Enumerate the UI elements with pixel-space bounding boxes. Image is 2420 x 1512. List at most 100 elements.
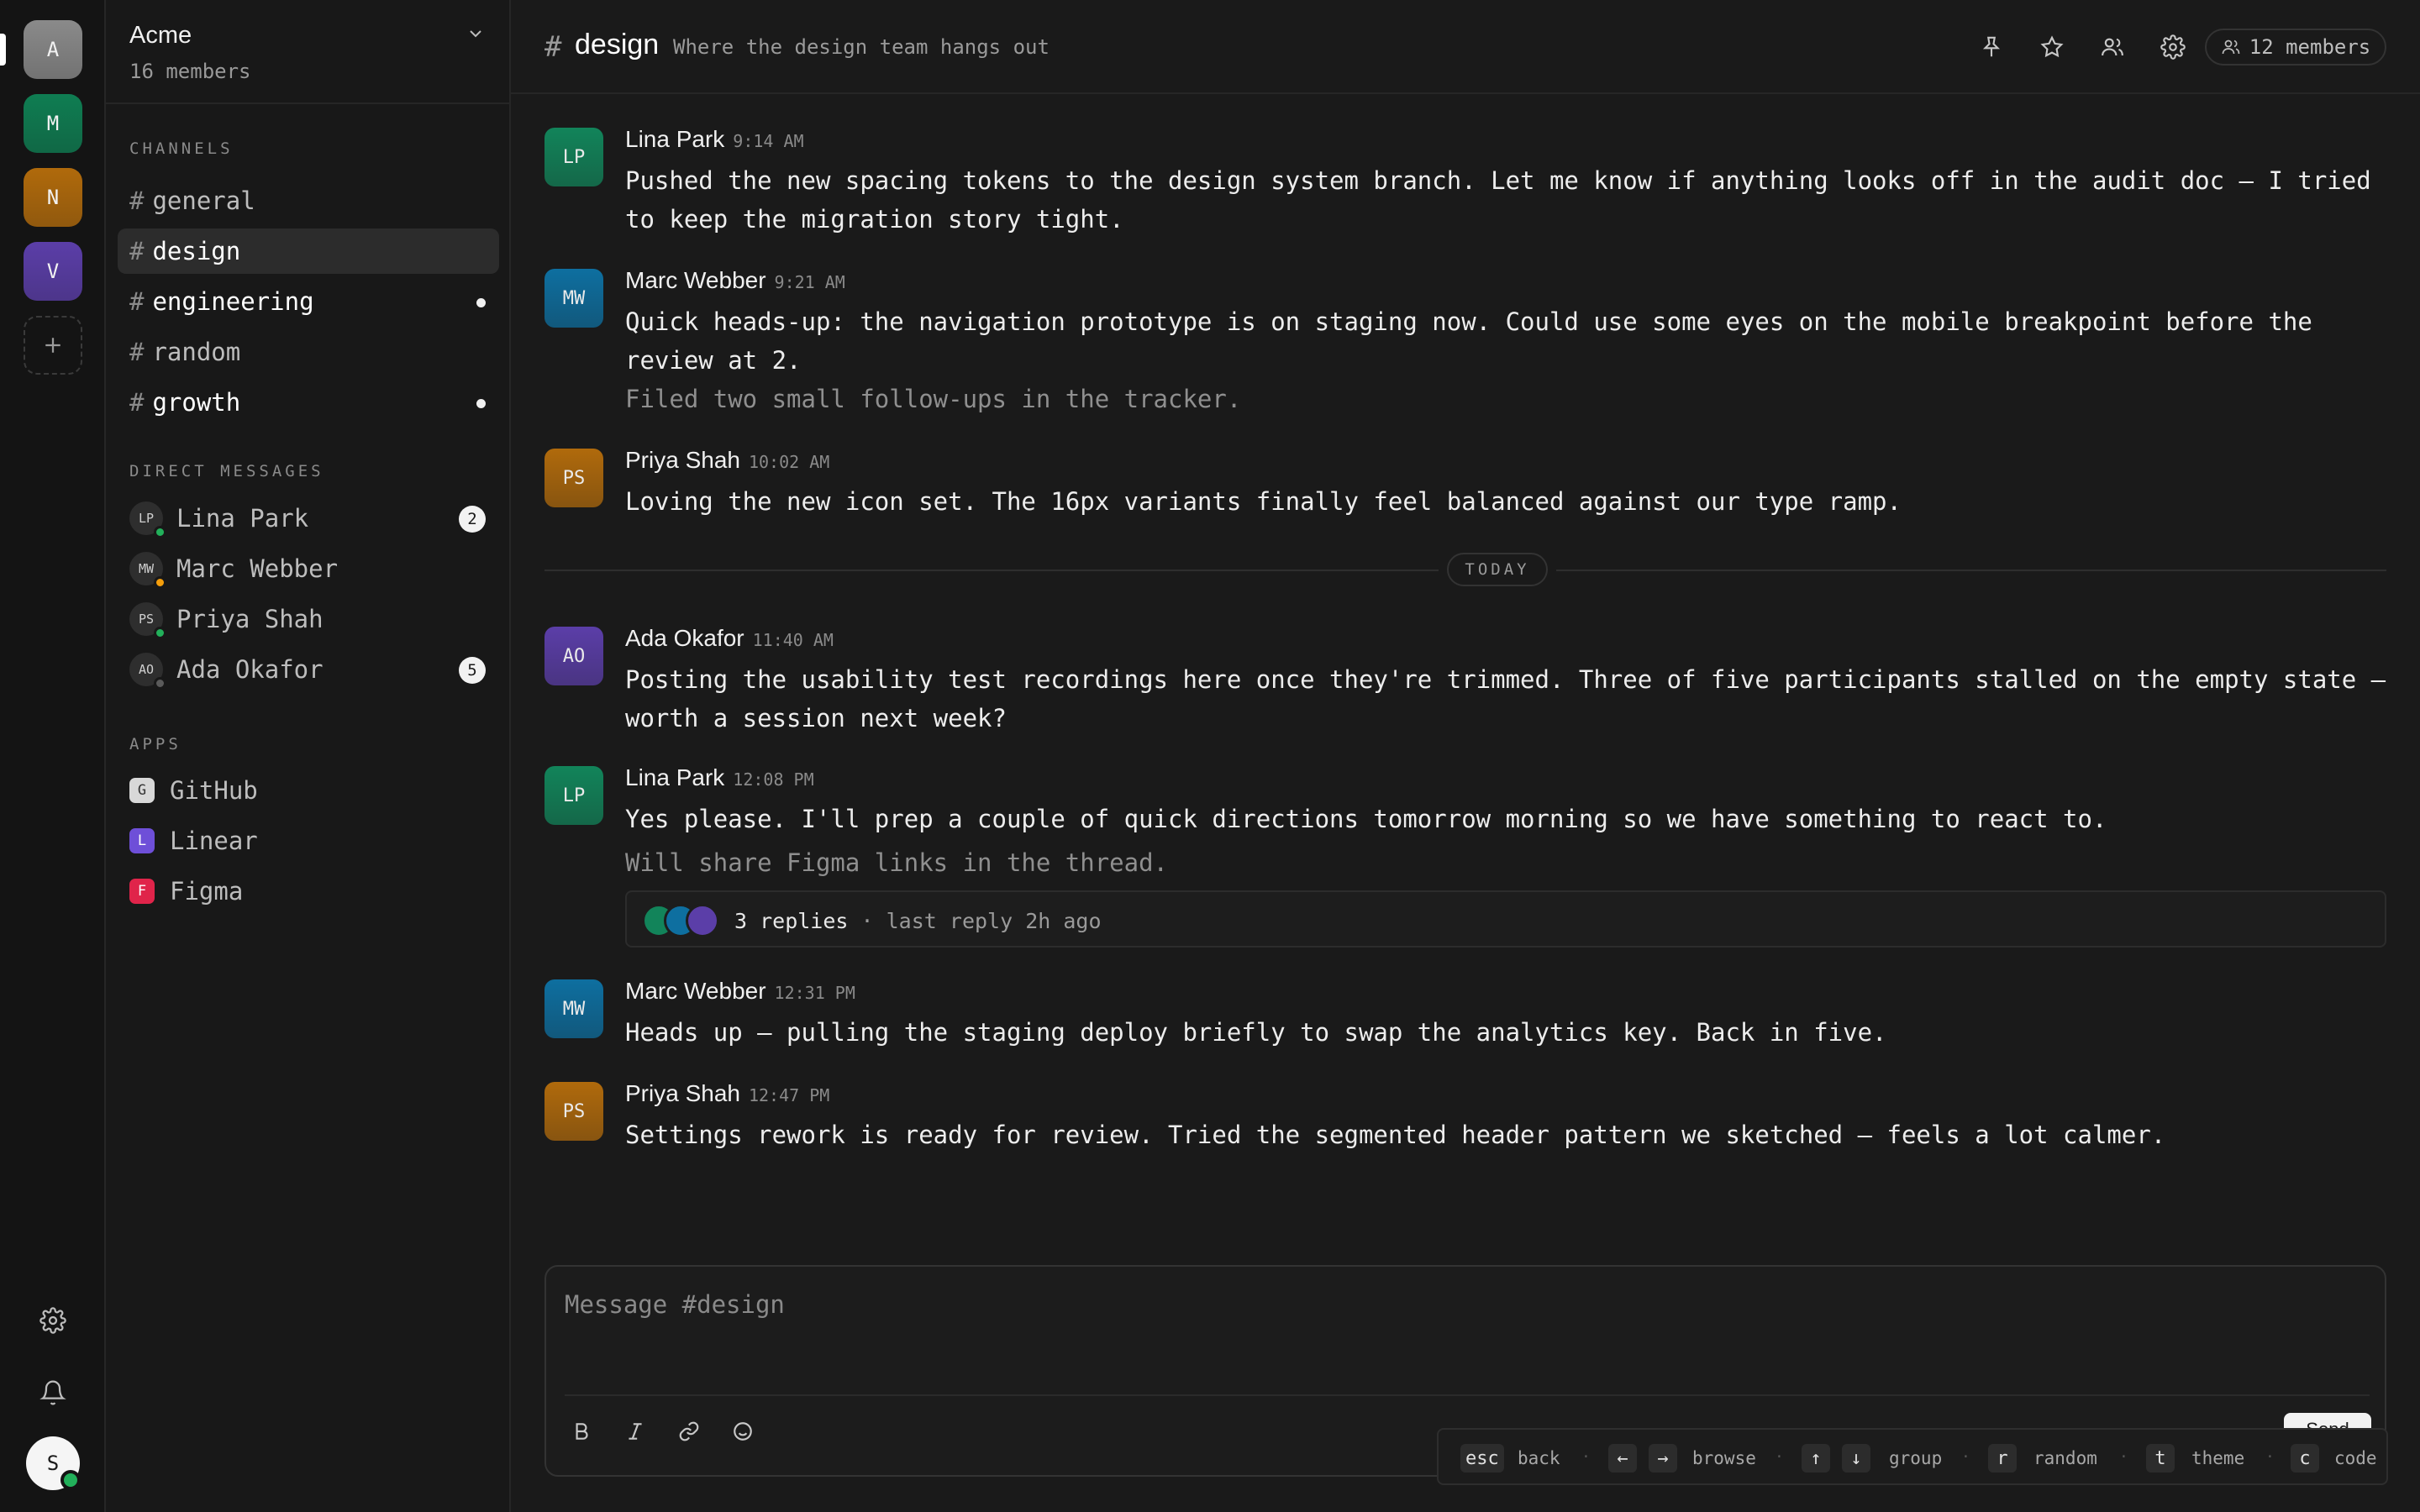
message-author[interactable]: Marc Webber [625,978,766,1004]
active-workspace-indicator [0,34,6,66]
star-button[interactable] [2035,30,2069,64]
plus-icon [45,338,60,353]
dm-name: Marc Webber [176,554,339,583]
member-count-label: 12 members [2249,35,2371,59]
unread-dot [476,399,486,408]
message-author[interactable]: Ada Okafor [625,625,744,651]
shortcut-separator: · [1775,1448,1784,1466]
message-author[interactable]: Priya Shah [625,1080,740,1106]
workspace-header[interactable]: Acme 16 members [106,0,509,104]
dm-item[interactable]: MW Marc Webber [118,546,499,591]
sidebar-item-growth[interactable]: # growth [118,380,499,425]
dm-item[interactable]: LP Lina Park 2 [118,496,499,541]
channel-description: Where the design team hangs out [673,35,1050,59]
message-author[interactable]: Marc Webber [625,267,766,293]
avatar[interactable]: LP [544,766,603,825]
avatar[interactable]: MW [544,979,603,1038]
message-author[interactable]: Lina Park [625,764,724,790]
gear-icon [2160,34,2186,60]
bold-button[interactable] [565,1415,598,1448]
message-body: Pushed the new spacing tokens to the des… [625,166,2371,234]
date-divider: TODAY [544,551,2386,588]
avatar: PS [129,602,166,639]
chevron-down-icon[interactable] [466,24,486,48]
workspace-n[interactable]: N [24,168,82,227]
avatar[interactable]: AO [544,627,603,685]
shortcut-key-r: r [1988,1444,2017,1473]
sidebar-item-design[interactable]: # design [118,228,499,274]
composer-divider [565,1394,2370,1396]
dm-item[interactable]: PS Priya Shah [118,596,499,642]
link-icon [679,1421,699,1441]
workspace-v[interactable]: V [24,242,82,301]
presence-dot [154,677,166,690]
workspace-member-count: 16 members [129,60,251,83]
shortcut-key-t: t [2146,1444,2175,1473]
shortcut-separator: · [2265,1448,2275,1466]
settings-button[interactable] [36,1304,70,1337]
sidebar-item-general[interactable]: # general [118,178,499,223]
shortcut-separator: · [1581,1448,1591,1466]
shortcut-separator: · [2119,1448,2128,1466]
date-divider-label: TODAY [1447,553,1548,586]
message-time: 10:02 AM [748,452,830,472]
pin-button[interactable] [1975,30,2008,64]
shortcut-key-down: ↓ [1842,1444,1870,1473]
bell-icon [39,1380,66,1405]
italic-button[interactable] [618,1415,652,1448]
app-item-figma[interactable]: F Figma [118,869,499,914]
sidebar-item-engineering[interactable]: # engineering [118,279,499,324]
thread-last-reply: · last reply 2h ago [860,909,1102,933]
avatar-initials: PS [138,612,155,627]
message-meta: Marc Webber 12:31 PM [625,978,855,1005]
message-author[interactable]: Priya Shah [625,447,740,473]
avatar-initials: LP [138,511,155,526]
unread-dot [476,298,486,307]
avatar[interactable]: LP [544,128,603,186]
sidebar-item-random[interactable]: # random [118,329,499,375]
message-input[interactable] [565,1285,2077,1324]
channel-name: random [152,338,241,366]
members-button[interactable] [2096,30,2129,64]
channel-name: growth [152,388,241,417]
message-meta: Priya Shah 10:02 AM [625,447,829,474]
thread-summary[interactable]: 3 replies · last reply 2h ago [625,890,2386,948]
add-workspace-button[interactable] [24,316,82,375]
workspace-a[interactable]: A [24,20,82,79]
app-item-github[interactable]: G GitHub [118,768,499,813]
shortcut-label-group: group [1889,1448,1943,1468]
message-body: Posting the usability test recordings he… [625,665,2386,732]
users-icon [2222,39,2240,55]
channel-hash: # [129,287,145,316]
message-body: Settings rework is ready for review. Tri… [625,1121,2166,1149]
member-count-button[interactable]: 12 members [2205,29,2386,66]
channel-hash: # [129,388,145,417]
channel-hash: # [129,237,145,265]
avatar[interactable]: PS [544,1082,603,1141]
presence-dot [154,526,166,538]
notifications-button[interactable] [36,1376,70,1410]
shortcut-key-esc: esc [1460,1444,1504,1473]
channel-settings-button[interactable] [2156,30,2190,64]
app-name: Figma [170,877,244,906]
avatar[interactable]: PS [544,449,603,507]
app-item-linear[interactable]: L Linear [118,818,499,864]
workspace-rail: A M N V S [0,0,106,1512]
channel-main: # design Where the design team hangs out… [511,0,2420,1512]
dm-name: Ada Okafor [176,655,324,684]
channel-name: engineering [152,287,314,316]
channel-header: # design Where the design team hangs out… [511,0,2420,94]
message-author[interactable]: Lina Park [625,126,724,152]
avatar-initials: AO [138,662,155,677]
message-followup: Will share Figma links in the thread. [625,848,1169,877]
dm-item[interactable]: AO Ada Okafor 5 [118,647,499,692]
smile-icon [734,1422,752,1441]
dm-name: Lina Park [176,504,309,533]
thread-replies-label: 3 replies [734,909,849,933]
workspace-m[interactable]: M [24,94,82,153]
avatar[interactable]: MW [544,269,603,328]
link-button[interactable] [672,1415,706,1448]
shortcut-key-left: ← [1608,1444,1637,1473]
emoji-button[interactable] [726,1415,760,1448]
shortcut-label-back: back [1518,1448,1560,1468]
